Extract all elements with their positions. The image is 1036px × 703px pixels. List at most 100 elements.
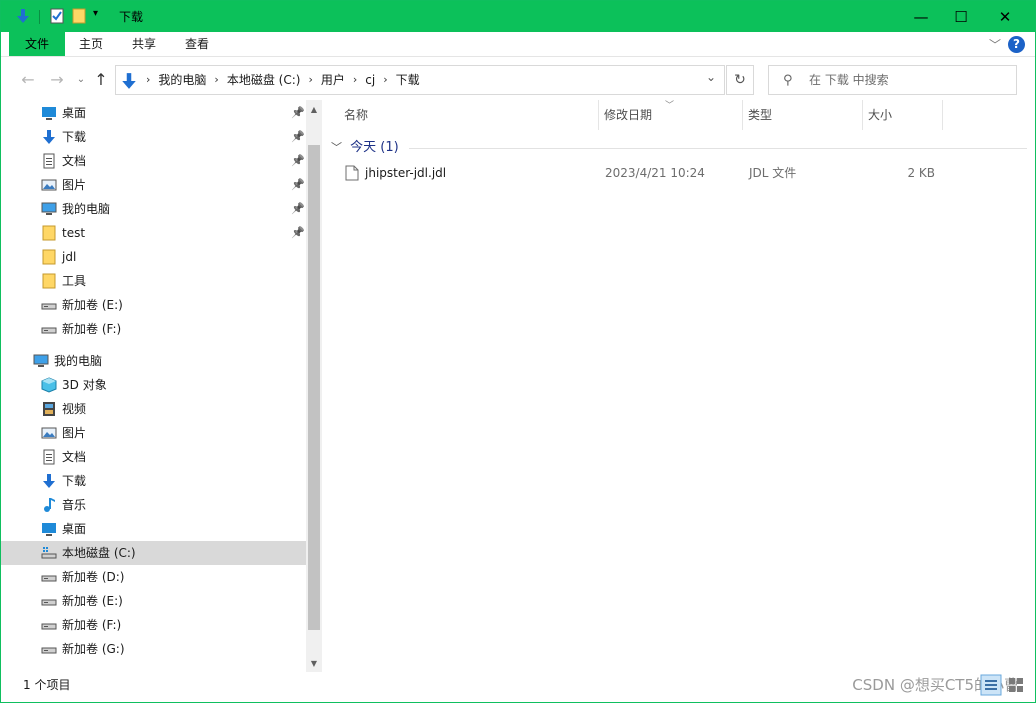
desktop-icon [42,523,56,536]
music-icon [44,498,55,512]
search-icon: ⚲ [783,73,793,88]
sidebar-item[interactable]: 文档 [1,445,306,469]
back-arrow-icon[interactable]: ← [17,69,39,91]
address-bar[interactable]: › 我的电脑 › 本地磁盘 (C:) › 用户 › cj › 下载 ⌄ [115,65,725,95]
sidebar-item[interactable]: 3D 对象 [1,373,306,397]
sidebar-item[interactable]: 新加卷 (G:) [1,637,306,661]
sidebar-item[interactable]: 本地磁盘 (C:) [1,541,306,565]
forward-arrow-icon[interactable]: → [46,69,68,91]
sidebar-item[interactable]: jdl [1,245,306,269]
sidebar-item[interactable]: 工具 [1,269,306,293]
sidebar-item[interactable]: 图片 📌 [1,173,306,197]
scroll-down-icon[interactable]: ▼ [306,656,322,672]
sidebar-item[interactable]: 新加卷 (E:) [1,589,306,613]
help-button[interactable]: ? [1008,36,1025,53]
sidebar-item-label: 新加卷 (F:) [62,322,122,336]
document-icon [43,153,55,169]
chevron-right-icon[interactable]: › [379,66,391,94]
tab-file[interactable]: 文件 [9,32,65,56]
title-bar: ▾ 下载 — ☐ ✕ [1,1,1035,32]
file-name[interactable]: jhipster-jdl.jdl [365,162,446,184]
sidebar-item-label: test [62,226,86,240]
details-view-icon[interactable] [980,674,1002,696]
sidebar-item[interactable]: 新加卷 (D:) [1,565,306,589]
sidebar-item[interactable]: 新加卷 (F:) [1,317,306,341]
file-list-pane: 名称 修改日期 ﹀ 类型 大小 ﹀ 今天 (1) jhipster-jdl.jd… [323,100,1035,672]
sidebar-item-label: 桌面 [62,106,87,120]
column-header-name[interactable]: 名称 [339,100,599,130]
sidebar-item[interactable]: 文档 📌 [1,149,306,173]
picture-icon [41,179,57,191]
video-icon [43,402,55,416]
new-folder-icon[interactable] [71,8,87,24]
close-button[interactable]: ✕ [982,1,1028,32]
up-arrow-icon[interactable]: ↑ [90,69,112,91]
chevron-right-icon[interactable]: › [349,66,361,94]
explorer-window: ▾ 下载 — ☐ ✕ 文件 主页 共享 查看 ﹀ ? ← → ⌄ ↑ › 我的电… [0,0,1036,703]
expand-ribbon-icon[interactable]: ﹀ [989,36,1001,53]
large-icons-view-icon[interactable] [1005,674,1027,696]
sidebar-item-label: 新加卷 (E:) [62,298,123,312]
sidebar-item[interactable]: 下载 📌 [1,125,306,149]
maximize-button[interactable]: ☐ [938,1,984,32]
breadcrumb-this-pc[interactable]: 我的电脑 [154,66,210,94]
sidebar-item[interactable]: 下载 [1,469,306,493]
tab-home[interactable]: 主页 [71,32,111,56]
pin-icon[interactable]: 📌 [291,130,305,143]
chevron-right-icon[interactable]: › [142,66,154,94]
address-history-dropdown-icon[interactable]: ⌄ [706,70,716,84]
sidebar-item[interactable]: 我的电脑 [1,349,306,373]
group-header-today[interactable]: ﹀ 今天 (1) [331,137,399,159]
file-row[interactable]: jhipster-jdl.jdl 2023/4/21 10:24 JDL 文件 … [341,162,941,184]
breadcrumb-users[interactable]: 用户 [317,66,349,94]
sidebar-item[interactable]: test 📌 [1,221,306,245]
sidebar-item-label: 新加卷 (G:) [62,642,125,656]
sidebar-item[interactable]: 新加卷 (F:) [1,613,306,637]
system-drive-icon [41,547,57,559]
drive-icon [41,303,57,310]
file-modified: 2023/4/21 10:24 [605,166,705,180]
search-box[interactable]: ⚲ 在 下载 中搜索 [768,65,1017,95]
refresh-button[interactable]: ↻ [726,65,754,95]
3d-objects-icon [41,377,57,393]
sidebar-item[interactable]: 桌面 [1,517,306,541]
pin-icon[interactable]: 📌 [291,178,305,191]
computer-icon [33,354,49,367]
scroll-up-icon[interactable]: ▲ [306,102,322,118]
recent-locations-icon[interactable]: ⌄ [70,69,92,91]
sidebar-item[interactable]: 新加卷 (E:) [1,293,306,317]
sidebar-item[interactable]: 视频 [1,397,306,421]
folder-icon [42,273,56,289]
sidebar-item[interactable]: 图片 [1,421,306,445]
pin-icon[interactable]: 📌 [291,226,305,239]
navigation-scrollbar-thumb[interactable] [308,145,320,630]
breadcrumb-downloads[interactable]: 下载 [392,66,424,94]
chevron-right-icon[interactable]: › [210,66,222,94]
properties-icon[interactable] [49,8,65,24]
quick-access-toolbar-dropdown-icon[interactable]: ▾ [93,8,98,19]
sidebar-item-label: jdl [62,250,77,264]
tab-view[interactable]: 查看 [177,32,217,56]
pin-icon[interactable]: 📌 [291,106,305,119]
sidebar-item-label: 音乐 [62,498,87,512]
download-icon [122,73,136,89]
drive-icon [41,575,57,582]
group-label: 今天 (1) [350,140,399,155]
computer-icon [41,202,57,215]
download-icon [43,474,55,488]
breadcrumb-c-drive[interactable]: 本地磁盘 (C:) [223,66,305,94]
download-icon [17,9,29,23]
sidebar-item[interactable]: 音乐 [1,493,306,517]
pin-icon[interactable]: 📌 [291,202,305,215]
sidebar-item[interactable]: 我的电脑 📌 [1,197,306,221]
column-header-type[interactable]: 类型 [743,100,863,130]
chevron-right-icon[interactable]: › [304,66,316,94]
sidebar-item-label: 新加卷 (F:) [62,618,122,632]
column-header-size[interactable]: 大小 [863,100,943,130]
tab-share[interactable]: 共享 [124,32,164,56]
sidebar-item[interactable]: 桌面 📌 [1,101,306,125]
title-separator [39,10,40,24]
breadcrumb-cj[interactable]: cj [361,66,379,94]
desktop-icon [42,107,56,120]
pin-icon[interactable]: 📌 [291,154,305,167]
